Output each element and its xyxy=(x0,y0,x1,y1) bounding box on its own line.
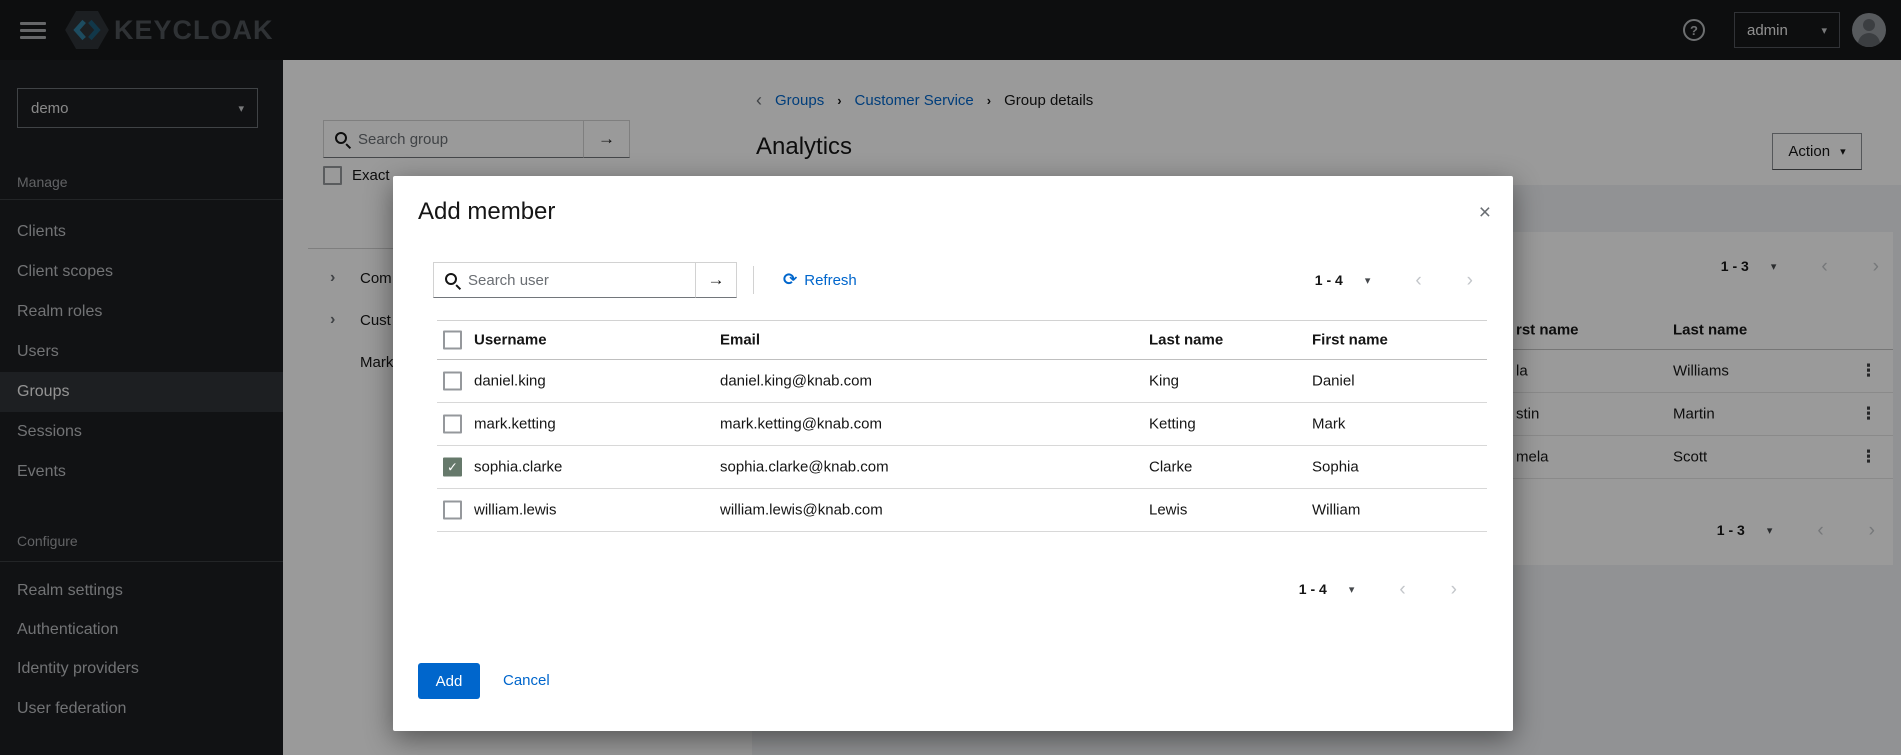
search-icon xyxy=(444,272,460,288)
user-row: ✓ sophia.clarke sophia.clarke@knab.com C… xyxy=(437,446,1487,489)
first-name-cell: William xyxy=(1312,502,1360,519)
username-cell: william.lewis xyxy=(474,502,557,519)
username-cell: daniel.king xyxy=(474,373,546,390)
column-username: Username xyxy=(474,332,547,349)
last-name-cell: King xyxy=(1149,373,1179,390)
last-name-cell: Ketting xyxy=(1149,416,1196,433)
prev-page-icon[interactable]: ‹ xyxy=(1399,580,1405,599)
pagination-range: 1 - 4 xyxy=(1315,272,1343,288)
last-name-cell: Lewis xyxy=(1149,502,1187,519)
prev-page-icon[interactable]: ‹ xyxy=(1415,271,1421,290)
first-name-cell: Mark xyxy=(1312,416,1345,433)
row-checkbox[interactable]: ✓ xyxy=(443,372,462,391)
user-search-submit-button[interactable]: → xyxy=(695,262,737,298)
user-row: ✓ mark.ketting mark.ketting@knab.com Ket… xyxy=(437,403,1487,446)
cancel-link[interactable]: Cancel xyxy=(503,672,550,689)
username-cell: sophia.clarke xyxy=(474,459,562,476)
divider xyxy=(753,266,754,294)
user-pagination-bottom: 1 - 4 ▾ ‹ › xyxy=(1299,571,1457,607)
user-table: ✓ Username Email Last name First name ✓ … xyxy=(437,320,1487,532)
select-all-checkbox[interactable]: ✓ xyxy=(443,331,462,350)
column-email: Email xyxy=(720,332,760,349)
user-search-group: → xyxy=(433,262,737,300)
email-cell: william.lewis@knab.com xyxy=(720,502,883,519)
row-checkbox[interactable]: ✓ xyxy=(443,501,462,520)
next-page-icon[interactable]: › xyxy=(1451,580,1457,599)
arrow-right-icon: → xyxy=(708,270,725,290)
chevron-down-icon[interactable]: ▾ xyxy=(1349,583,1355,596)
user-row: ✓ william.lewis william.lewis@knab.com L… xyxy=(437,489,1487,532)
pagination-range: 1 - 4 xyxy=(1299,581,1327,597)
user-row: ✓ daniel.king daniel.king@knab.com King … xyxy=(437,360,1487,403)
modal-title: Add member xyxy=(418,198,555,226)
close-icon[interactable]: × xyxy=(1479,202,1491,223)
refresh-icon: ⟳ xyxy=(783,270,797,290)
next-page-icon[interactable]: › xyxy=(1467,271,1473,290)
username-cell: mark.ketting xyxy=(474,416,556,433)
add-button[interactable]: Add xyxy=(418,663,480,699)
email-cell: sophia.clarke@knab.com xyxy=(720,459,889,476)
row-checkbox[interactable]: ✓ xyxy=(443,458,462,477)
row-checkbox[interactable]: ✓ xyxy=(443,415,462,434)
refresh-button[interactable]: ⟳ Refresh xyxy=(783,270,857,290)
last-name-cell: Clarke xyxy=(1149,459,1192,476)
chevron-down-icon[interactable]: ▾ xyxy=(1365,274,1371,287)
refresh-label: Refresh xyxy=(804,272,857,289)
user-table-header: ✓ Username Email Last name First name xyxy=(437,320,1487,360)
email-cell: daniel.king@knab.com xyxy=(720,373,872,390)
user-search-input[interactable] xyxy=(468,272,685,289)
user-pagination-top: 1 - 4 ▾ ‹ › xyxy=(1315,262,1473,298)
column-first-name: First name xyxy=(1312,332,1388,349)
first-name-cell: Daniel xyxy=(1312,373,1355,390)
email-cell: mark.ketting@knab.com xyxy=(720,416,882,433)
first-name-cell: Sophia xyxy=(1312,459,1359,476)
column-last-name: Last name xyxy=(1149,332,1223,349)
add-member-modal: Add member × → ⟳ Refresh 1 - 4 ▾ ‹ › ✓ U… xyxy=(393,176,1513,731)
